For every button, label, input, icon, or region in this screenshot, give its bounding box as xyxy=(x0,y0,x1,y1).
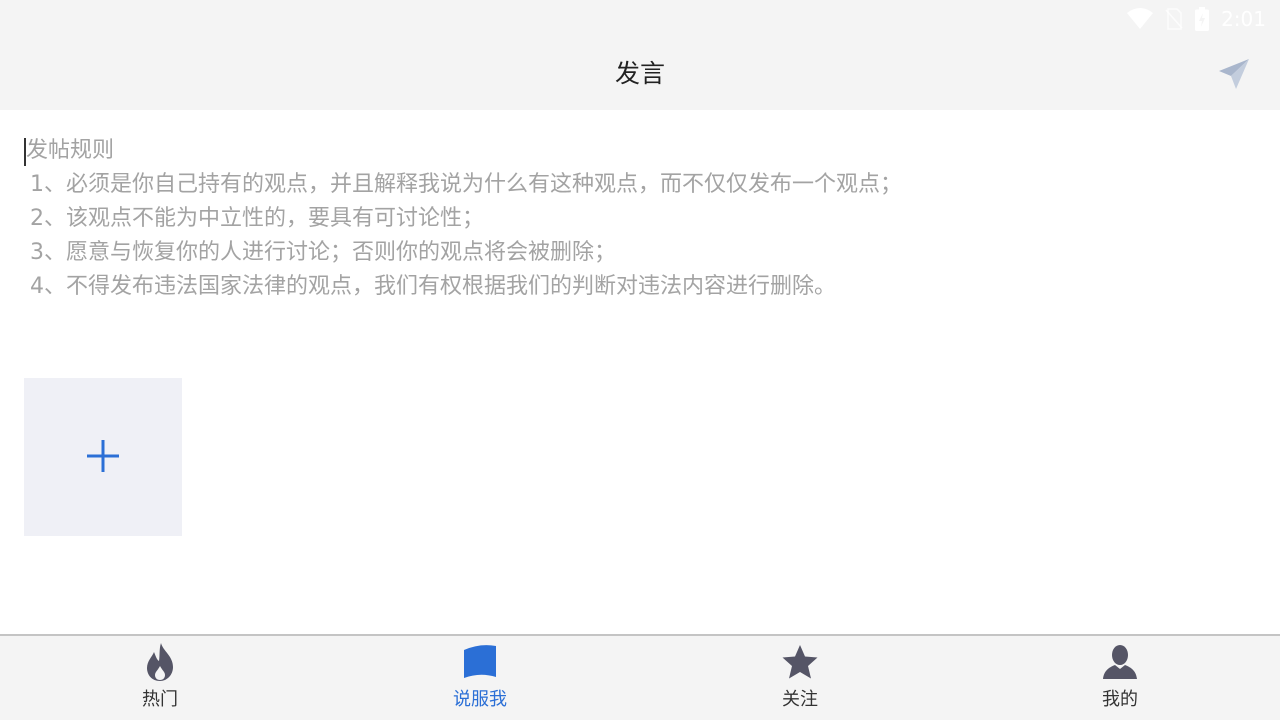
flame-icon xyxy=(140,642,180,682)
app-root: 2:01 发言 发帖规则 1、必须是你自己持有的观点，并且解释我说为什么有这种观… xyxy=(0,0,1280,720)
status-icons: 2:01 xyxy=(1127,6,1266,32)
person-icon xyxy=(1100,642,1140,682)
page-title: 发言 xyxy=(614,59,665,88)
text-caret xyxy=(24,138,26,166)
post-text-editor[interactable]: 发帖规则 1、必须是你自己持有的观点，并且解释我说为什么有这种观点，而不仅仅发布… xyxy=(24,134,1254,324)
star-icon xyxy=(780,642,820,682)
rule-item-1: 1、必须是你自己持有的观点，并且解释我说为什么有这种观点，而不仅仅发布一个观点； xyxy=(30,172,903,197)
no-sim-icon xyxy=(1165,8,1183,30)
placeholder-title: 发帖规则 xyxy=(26,138,115,163)
rule-item-4: 4、不得发布违法国家法律的观点，我们有权根据我们的判断对违法内容进行删除。 xyxy=(30,274,836,299)
status-time: 2:01 xyxy=(1221,7,1266,31)
nav-label-persuade-me: 说服我 xyxy=(453,689,507,710)
rule-item-3: 3、愿意与恢复你的人进行讨论；否则你的观点将会被删除； xyxy=(30,240,616,265)
bottom-nav: 热门 说服我 关注 我的 xyxy=(0,634,1280,720)
nav-label-hot: 热门 xyxy=(142,689,178,710)
nav-item-hot[interactable]: 热门 xyxy=(0,636,320,720)
nav-item-persuade-me[interactable]: 说服我 xyxy=(320,636,640,720)
send-icon xyxy=(1217,57,1251,94)
title-bar: 发言 xyxy=(0,38,1280,110)
wifi-icon xyxy=(1127,8,1154,30)
add-image-button[interactable] xyxy=(24,378,182,536)
nav-label-follow: 关注 xyxy=(782,689,818,710)
send-button[interactable] xyxy=(1214,55,1254,95)
status-bar: 2:01 xyxy=(0,0,1280,38)
battery-charging-icon xyxy=(1195,7,1210,31)
nav-item-mine[interactable]: 我的 xyxy=(960,636,1280,720)
nav-label-mine: 我的 xyxy=(1102,689,1138,710)
plus-icon xyxy=(85,438,121,477)
nav-item-follow[interactable]: 关注 xyxy=(640,636,960,720)
flag-icon xyxy=(460,642,500,682)
rule-item-2: 2、该观点不能为中立性的，要具有可讨论性； xyxy=(30,206,484,231)
